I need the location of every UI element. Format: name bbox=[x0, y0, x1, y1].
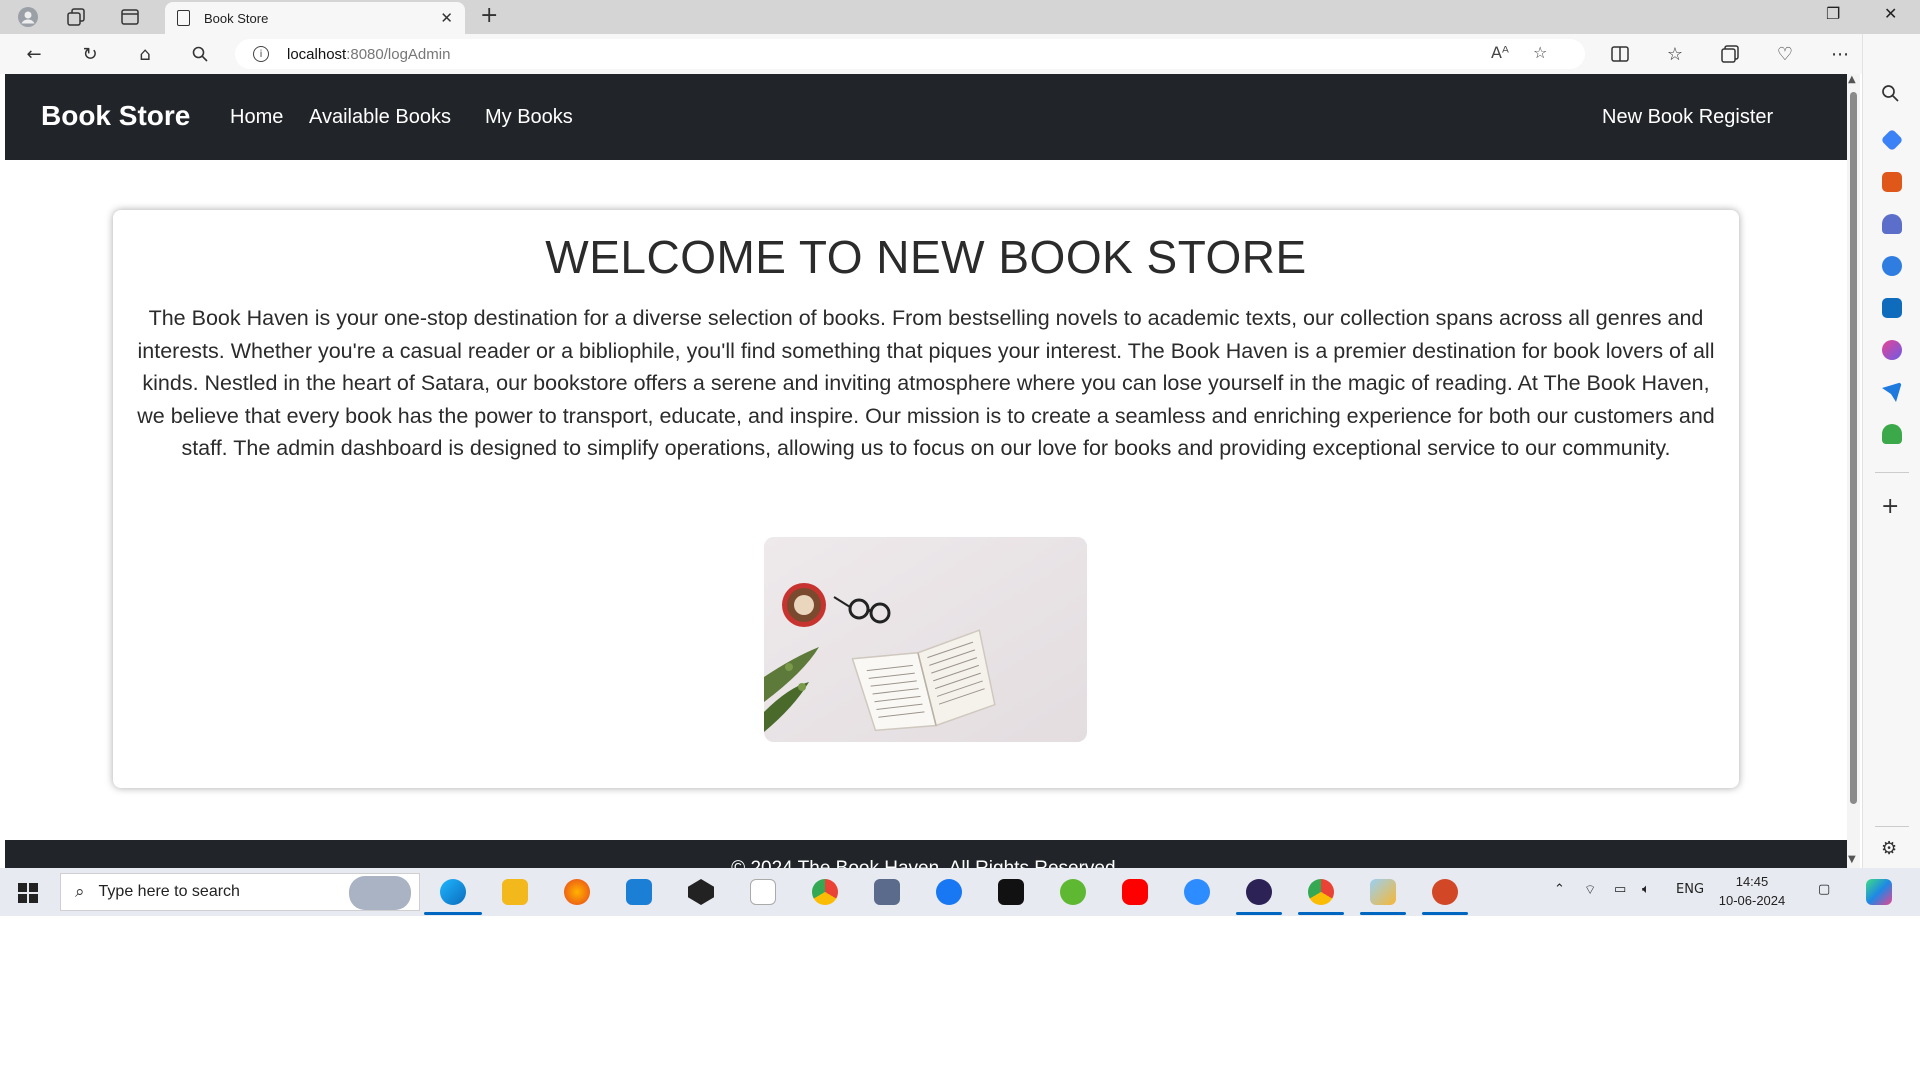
clock-time: 14:45 bbox=[1735, 874, 1769, 889]
sidebar-divider bbox=[1875, 472, 1909, 473]
sidebar-search-icon[interactable] bbox=[1881, 84, 1899, 107]
taskbar-paint-icon[interactable] bbox=[1370, 879, 1396, 905]
url-path: :8080/logAdmin bbox=[346, 45, 451, 63]
search-icon[interactable] bbox=[188, 42, 212, 66]
browser-essentials-icon[interactable]: ♡ bbox=[1773, 42, 1797, 66]
taskbar-app-icon[interactable] bbox=[1060, 879, 1086, 905]
taskbar-mail-icon[interactable] bbox=[626, 879, 652, 905]
favorite-star-icon[interactable]: ☆ bbox=[1533, 43, 1547, 62]
scroll-up-icon[interactable]: ▲ bbox=[1848, 74, 1856, 85]
tab-book-store[interactable]: Book Store ✕ bbox=[165, 2, 465, 34]
welcome-card: WELCOME TO NEW BOOK STORE The Book Haven… bbox=[113, 210, 1739, 788]
tab-title: Book Store bbox=[204, 10, 269, 26]
microsoft-365-icon[interactable] bbox=[1882, 256, 1902, 276]
copilot-taskbar-icon[interactable] bbox=[1866, 879, 1892, 905]
close-window-icon[interactable]: ✕ bbox=[1884, 4, 1897, 23]
footer-copyright: © 2024 The Book Haven. All Rights Reserv… bbox=[5, 858, 1847, 868]
taskbar-zoom-icon[interactable] bbox=[1184, 879, 1210, 905]
taskbar-dropbox-icon[interactable] bbox=[688, 879, 714, 905]
taskbar-running-indicator bbox=[1298, 912, 1344, 915]
outlook-icon[interactable] bbox=[1882, 298, 1902, 318]
taskbar-file-explorer-icon[interactable] bbox=[502, 879, 528, 905]
workspaces-icon[interactable] bbox=[64, 5, 88, 29]
empty-area bbox=[0, 916, 1920, 1080]
taskbar-search-placeholder: Type here to search bbox=[98, 883, 240, 900]
taskbar-calculator-icon[interactable] bbox=[874, 879, 900, 905]
clock-date: 10-06-2024 bbox=[1718, 893, 1786, 908]
add-sidebar-app-icon[interactable]: + bbox=[1881, 494, 1899, 519]
taskbar-running-indicator bbox=[1236, 912, 1282, 915]
scroll-down-icon[interactable]: ▼ bbox=[1848, 854, 1856, 865]
shopping-tag-icon[interactable] bbox=[1880, 128, 1904, 152]
edge-sidebar: + ⚙ bbox=[1862, 34, 1920, 868]
windows-taskbar: ⌕ Type here to search ⌃ ⌔ ▭ 🔈︎ ENG 14:45… bbox=[0, 868, 1920, 916]
scrollbar-thumb[interactable] bbox=[1850, 92, 1857, 804]
tab-actions-icon[interactable] bbox=[118, 5, 142, 29]
page-scrollbar[interactable]: ▲ ▼ bbox=[1847, 74, 1860, 868]
browser-tab-bar: Book Store ✕ + ❐ ✕ bbox=[0, 0, 1920, 34]
show-hidden-icons-icon[interactable]: ⌃ bbox=[1554, 882, 1565, 897]
games-icon[interactable] bbox=[1882, 214, 1902, 234]
book-image bbox=[764, 537, 1087, 742]
taskbar-active-indicator bbox=[424, 912, 482, 915]
language-indicator[interactable]: ENG bbox=[1676, 882, 1704, 897]
taskbar-search-input[interactable]: ⌕ Type here to search bbox=[60, 873, 420, 911]
taskbar-netflix-icon[interactable] bbox=[998, 879, 1024, 905]
split-screen-icon[interactable] bbox=[1608, 42, 1632, 66]
volume-icon[interactable]: 🔈︎ bbox=[1642, 882, 1650, 897]
taskbar-running-indicator bbox=[1422, 912, 1468, 915]
send-icon[interactable] bbox=[1882, 382, 1902, 402]
new-tab-icon[interactable]: + bbox=[480, 3, 498, 28]
taskbar-amazon-icon[interactable] bbox=[750, 879, 776, 905]
profile-icon[interactable] bbox=[16, 5, 40, 29]
battery-icon[interactable]: ▭ bbox=[1614, 882, 1626, 897]
brand-logo[interactable]: Book Store bbox=[41, 100, 190, 132]
collections-icon[interactable] bbox=[1718, 42, 1742, 66]
taskbar-running-indicator bbox=[1360, 912, 1406, 915]
site-navbar: Book Store Home Available Books My Books… bbox=[5, 74, 1847, 160]
site-info-icon[interactable]: i bbox=[253, 46, 269, 62]
read-aloud-icon[interactable]: Aᴬ bbox=[1491, 43, 1509, 62]
taskbar-search-icon: ⌕ bbox=[75, 882, 85, 902]
intro-paragraph: The Book Haven is your one-stop destinat… bbox=[137, 306, 1715, 460]
taskbar-youtube-icon[interactable] bbox=[1122, 879, 1148, 905]
wifi-icon[interactable]: ⌔ bbox=[1584, 882, 1596, 898]
close-tab-icon[interactable]: ✕ bbox=[440, 9, 453, 27]
sidebar-settings-icon[interactable]: ⚙ bbox=[1881, 838, 1897, 859]
toolbox-icon[interactable] bbox=[1882, 172, 1902, 192]
taskbar-edge-icon[interactable] bbox=[440, 879, 466, 905]
favorites-icon[interactable]: ☆ bbox=[1663, 42, 1687, 66]
designer-icon[interactable] bbox=[1882, 340, 1902, 360]
windows-start-icon[interactable] bbox=[18, 883, 38, 903]
nav-my-books[interactable]: My Books bbox=[485, 106, 573, 129]
taskbar-eclipse-icon[interactable] bbox=[1246, 879, 1272, 905]
address-bar-row: ← ↻ ⌂ i localhost:8080/logAdmin Aᴬ ☆ ☆ ♡… bbox=[0, 34, 1920, 74]
more-options-icon[interactable]: ⋯ bbox=[1828, 42, 1852, 66]
page-title: WELCOME TO NEW BOOK STORE bbox=[545, 231, 1307, 283]
nav-available-books[interactable]: Available Books bbox=[309, 106, 451, 129]
search-highlight-image bbox=[349, 876, 411, 910]
nav-home[interactable]: Home bbox=[230, 106, 283, 129]
url-host: localhost bbox=[287, 45, 347, 63]
nav-new-book-register[interactable]: New Book Register bbox=[1602, 106, 1773, 129]
notification-icon[interactable]: ▢ bbox=[1818, 882, 1830, 897]
tree-icon[interactable] bbox=[1882, 424, 1902, 444]
taskbar-firefox-icon[interactable] bbox=[564, 879, 590, 905]
taskbar-facebook-icon[interactable] bbox=[936, 879, 962, 905]
page-viewport: Book Store Home Available Books My Books… bbox=[5, 74, 1847, 868]
taskbar-chrome-icon[interactable] bbox=[812, 879, 838, 905]
taskbar-powerpoint-icon[interactable] bbox=[1432, 879, 1458, 905]
site-footer: © 2024 The Book Haven. All Rights Reserv… bbox=[5, 840, 1847, 868]
taskbar-chrome-profile-icon[interactable] bbox=[1308, 879, 1334, 905]
url-bar[interactable]: i localhost:8080/logAdmin Aᴬ ☆ bbox=[235, 39, 1585, 69]
home-icon[interactable]: ⌂ bbox=[133, 42, 157, 66]
restore-window-icon[interactable]: ❐ bbox=[1826, 4, 1840, 23]
refresh-icon[interactable]: ↻ bbox=[78, 42, 102, 66]
sidebar-divider-bottom bbox=[1875, 826, 1909, 827]
page-icon bbox=[177, 10, 190, 26]
back-icon[interactable]: ← bbox=[22, 42, 46, 66]
taskbar-clock[interactable]: 14:45 10-06-2024 bbox=[1712, 872, 1792, 910]
